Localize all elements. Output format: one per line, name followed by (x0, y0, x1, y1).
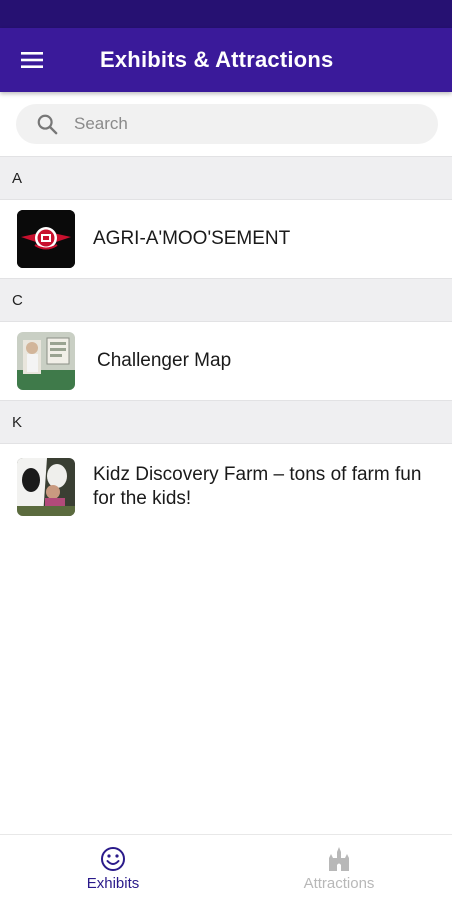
tab-exhibits[interactable]: Exhibits (0, 835, 226, 901)
agri-amoosement-logo (17, 210, 75, 268)
tab-exhibits-label: Exhibits (86, 874, 140, 892)
search-bar[interactable] (16, 104, 438, 144)
section-header-k: K (0, 400, 452, 444)
tab-attractions[interactable]: Attractions (226, 835, 452, 901)
list-item-agri-amoosement[interactable]: AGRI-A'MOO'SEMENT (0, 200, 452, 278)
section-header-a: A (0, 156, 452, 200)
section-header-c: C (0, 278, 452, 322)
page-title: Exhibits & Attractions (100, 47, 334, 72)
list-item-kidz-discovery-farm[interactable]: Kidz Discovery Farm – tons of farm fun f… (0, 444, 452, 530)
app-bar: Exhibits & Attractions (0, 28, 452, 92)
challenger-map-photo (17, 332, 75, 390)
list-item-challenger-map[interactable]: Challenger Map (0, 322, 452, 400)
menu-button[interactable] (0, 28, 64, 92)
tab-attractions-label: Attractions (303, 874, 375, 892)
list-item-label: AGRI-A'MOO'SEMENT (93, 228, 291, 249)
list-item-label: Challenger Map (97, 350, 232, 371)
kidz-discovery-farm-photo (17, 458, 75, 516)
castle-icon (329, 846, 349, 871)
smiley-icon (101, 846, 125, 871)
status-bar (0, 0, 452, 28)
list-item-label: Kidz Discovery Farm – tons of farm fun f… (93, 464, 422, 509)
search-icon (37, 114, 58, 135)
bottom-navigation: Exhibits Attractions (0, 834, 452, 901)
hamburger-icon (21, 52, 43, 68)
search-input[interactable] (72, 113, 396, 135)
exhibit-list: A AGRI-A'MOO'SEMENT C Challenger Map K K… (0, 156, 452, 530)
